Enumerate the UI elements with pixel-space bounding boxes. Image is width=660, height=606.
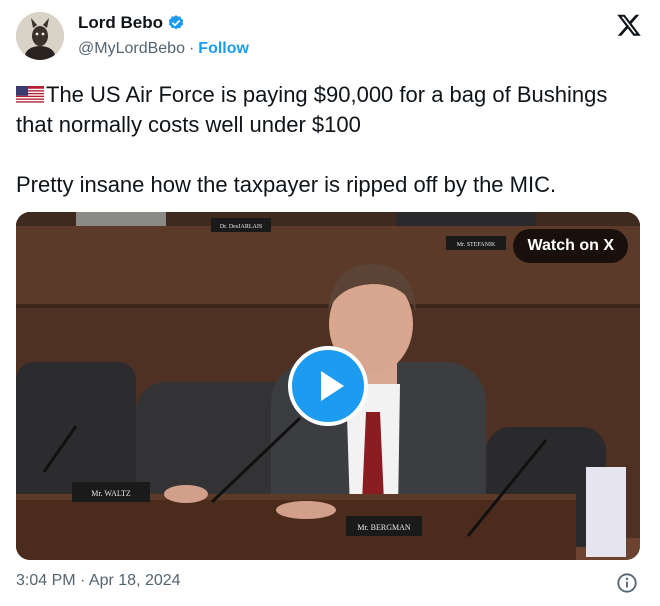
us-flag-icon bbox=[16, 86, 44, 104]
tweet-card: Lord Bebo @MyLordBebo · Follow The US Ai… bbox=[0, 0, 660, 606]
nameplate-top-left: Dr. DesJARLAIS bbox=[220, 224, 262, 230]
verified-badge-icon bbox=[168, 15, 184, 30]
video-player[interactable]: Dr. DesJARLAIS Mr. STEFANIK Mr. WALTZ Mr… bbox=[16, 212, 640, 560]
x-logo-icon[interactable] bbox=[616, 12, 642, 38]
follow-button[interactable]: Follow bbox=[198, 40, 249, 58]
info-icon[interactable] bbox=[616, 572, 638, 594]
play-button[interactable] bbox=[288, 346, 368, 426]
author-name-row: Lord Bebo bbox=[78, 13, 185, 33]
author-name[interactable]: Lord Bebo bbox=[78, 13, 163, 33]
author-handle-row: @MyLordBebo · Follow bbox=[78, 40, 249, 58]
nameplate-bergman: Mr. BERGMAN bbox=[357, 523, 411, 532]
tweet-text: The US Air Force is paying $90,000 for a… bbox=[16, 80, 644, 200]
nameplate-waltz: Mr. WALTZ bbox=[91, 489, 131, 498]
nameplate-top-right: Mr. STEFANIK bbox=[457, 242, 496, 248]
avatar[interactable] bbox=[16, 12, 64, 60]
tweet-timestamp[interactable]: 3:04 PM · Apr 18, 2024 bbox=[16, 572, 181, 590]
author-handle[interactable]: @MyLordBebo bbox=[78, 40, 185, 58]
watch-on-x-button[interactable]: Watch on X bbox=[513, 229, 628, 263]
tweet-text-line-1: The US Air Force is paying $90,000 for a… bbox=[16, 82, 608, 137]
play-icon bbox=[321, 371, 344, 401]
tweet-text-line-2: Pretty insane how the taxpayer is ripped… bbox=[16, 172, 557, 197]
tweet-text-paragraph-1: The US Air Force is paying $90,000 for a… bbox=[16, 80, 644, 140]
handle-separator: · bbox=[188, 40, 195, 57]
